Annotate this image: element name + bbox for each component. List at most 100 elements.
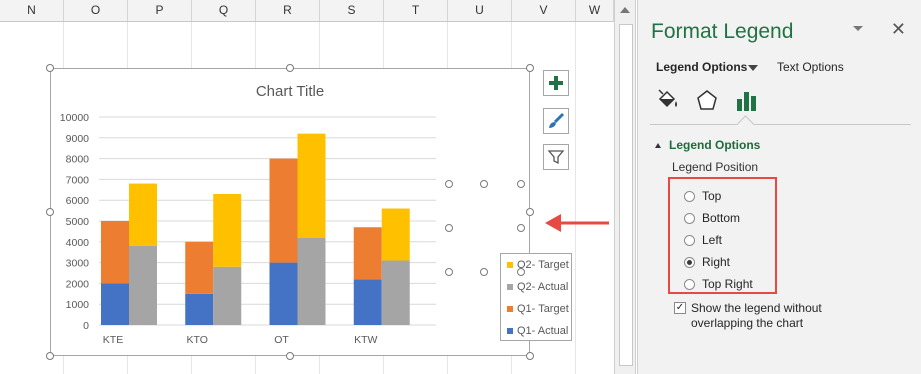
- tab-text-options[interactable]: Text Options: [777, 60, 844, 74]
- effects-pentagon-icon[interactable]: [694, 88, 720, 114]
- section-legend-options[interactable]: Legend Options: [655, 138, 760, 152]
- legend-entry[interactable]: Q2- Actual: [507, 280, 568, 294]
- chart-elements-button[interactable]: [543, 70, 569, 96]
- legend-resize-handle[interactable]: [517, 224, 525, 232]
- resize-handle[interactable]: [46, 208, 54, 216]
- pane-menu-chevron-icon[interactable]: [853, 26, 863, 31]
- legend-position-radio-bottom[interactable]: Bottom: [684, 211, 740, 225]
- gridline: [575, 22, 576, 374]
- chart-filters-button[interactable]: [543, 144, 569, 170]
- y-tick-label: 3000: [66, 258, 90, 270]
- legend-resize-handle[interactable]: [445, 224, 453, 232]
- y-tick-label: 9000: [66, 133, 90, 145]
- radio-button[interactable]: [684, 212, 695, 224]
- radio-button[interactable]: [684, 256, 695, 268]
- resize-handle[interactable]: [286, 352, 294, 360]
- filter-icon: [547, 150, 565, 165]
- radio-label[interactable]: Right: [702, 255, 730, 269]
- column-header-o[interactable]: O: [64, 0, 128, 21]
- no-overlap-checkbox[interactable]: ✓: [674, 302, 686, 314]
- column-header-p[interactable]: P: [128, 0, 192, 21]
- legend-position-radio-top[interactable]: Top: [684, 189, 721, 203]
- x-tick-label: KTW: [354, 334, 377, 346]
- legend-resize-handle[interactable]: [445, 180, 453, 188]
- y-tick-label: 10000: [60, 112, 89, 124]
- y-tick-label: 4000: [66, 237, 90, 249]
- radio-label[interactable]: Bottom: [702, 211, 740, 225]
- radio-label[interactable]: Top Right: [702, 277, 753, 291]
- tab-legend-options[interactable]: Legend Options: [656, 60, 747, 74]
- legend-resize-handle[interactable]: [445, 268, 453, 276]
- radio-button[interactable]: [684, 234, 695, 246]
- bar-q2-actual: [129, 245, 157, 325]
- column-header-r[interactable]: R: [256, 0, 320, 21]
- scroll-thumb[interactable]: [619, 24, 633, 366]
- column-header-t[interactable]: T: [384, 0, 448, 21]
- column-header-s[interactable]: S: [320, 0, 384, 21]
- collapse-triangle-icon[interactable]: [655, 143, 661, 149]
- radio-button[interactable]: [684, 278, 695, 290]
- legend-options-bars-icon[interactable]: [734, 88, 760, 114]
- legend-position-radio-top-right[interactable]: Top Right: [684, 277, 753, 291]
- bar-q2-actual: [297, 237, 326, 325]
- legend-label: Q2- Actual: [517, 281, 569, 293]
- column-header-q[interactable]: Q: [192, 0, 256, 21]
- x-tick-label: KTO: [187, 334, 208, 346]
- resize-handle[interactable]: [46, 352, 54, 360]
- chart-legend[interactable]: Q2- Target Q2- Actual Q1- Target Q1- Actual: [500, 253, 572, 341]
- resize-handle[interactable]: [526, 352, 534, 360]
- y-tick-label: 2000: [66, 278, 90, 290]
- bar-q2-actual: [381, 260, 410, 325]
- bar-q2-target: [381, 208, 410, 261]
- radio-button[interactable]: [684, 190, 695, 202]
- brush-icon: [549, 112, 565, 128]
- chart-area[interactable]: Chart Title 0 1000 2000 3000 4000 5000 6000 7000…: [50, 68, 572, 356]
- bar-q1-actual: [269, 262, 298, 325]
- bar-q1-target: [101, 221, 129, 284]
- legend-resize-handle[interactable]: [480, 268, 488, 276]
- column-header-v[interactable]: V: [512, 0, 576, 21]
- radio-label[interactable]: Left: [702, 233, 722, 247]
- column-header-n[interactable]: N: [0, 0, 64, 21]
- legend-position-radio-right[interactable]: Right: [684, 255, 730, 269]
- legend-position-radio-left[interactable]: Left: [684, 233, 722, 247]
- bar-q2-target: [129, 183, 157, 246]
- legend-resize-handle[interactable]: [517, 180, 525, 188]
- chevron-down-icon[interactable]: [748, 65, 758, 71]
- resize-handle[interactable]: [286, 64, 294, 72]
- legend-resize-handle[interactable]: [480, 180, 488, 188]
- column-header-w[interactable]: W: [576, 0, 614, 21]
- chart-title[interactable]: Chart Title: [256, 83, 324, 100]
- legend-swatch: [507, 262, 513, 268]
- resize-handle[interactable]: [46, 64, 54, 72]
- y-tick-label: 5000: [66, 216, 90, 228]
- x-tick-label: OT: [274, 334, 289, 346]
- y-tick-label: 1000: [66, 299, 90, 311]
- pane-title: Format Legend: [651, 20, 794, 43]
- resize-handle[interactable]: [526, 208, 534, 216]
- selected-tab-notch: [736, 115, 755, 134]
- bar-q2-target: [213, 193, 242, 267]
- vertical-scrollbar[interactable]: [614, 0, 636, 374]
- bar-q2-target: [297, 133, 326, 238]
- legend-resize-handle[interactable]: [517, 268, 525, 276]
- fill-line-icon[interactable]: [654, 88, 680, 114]
- scroll-up-icon[interactable]: [620, 7, 630, 13]
- legend-entry[interactable]: Q1- Actual: [507, 324, 568, 338]
- pane-divider: [650, 124, 911, 125]
- legend-swatch: [507, 284, 513, 290]
- chart-styles-button[interactable]: [543, 108, 569, 134]
- resize-handle[interactable]: [526, 64, 534, 72]
- bar-q2-actual: [213, 266, 242, 325]
- column-header-u[interactable]: U: [448, 0, 512, 21]
- plus-icon: [549, 76, 563, 90]
- legend-swatch: [507, 328, 513, 334]
- close-icon[interactable]: ✕: [891, 19, 906, 40]
- y-tick-label: 6000: [66, 195, 90, 207]
- radio-label[interactable]: Top: [702, 189, 721, 203]
- legend-entry[interactable]: Q1- Target: [507, 302, 569, 316]
- legend-label: Q1- Target: [517, 303, 569, 315]
- bar-q1-target: [185, 241, 214, 294]
- chart-svg: Chart Title 0 1000 2000 3000 4000 5000 6000 7000…: [60, 83, 436, 346]
- no-overlap-label[interactable]: Show the legend without overlapping the …: [691, 301, 841, 331]
